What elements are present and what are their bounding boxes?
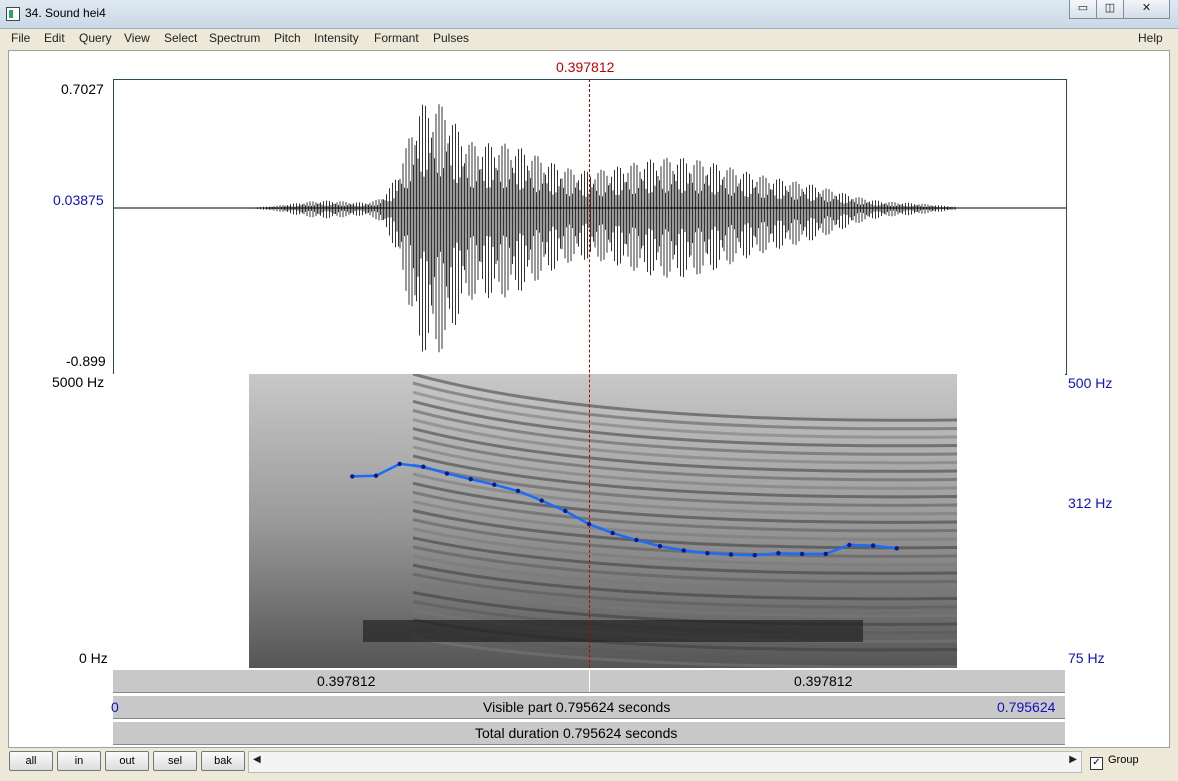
- menu-view[interactable]: View: [124, 31, 150, 45]
- cursor-time-label: 0.397812: [556, 59, 615, 75]
- total-duration-bar[interactable]: Total duration 0.795624 seconds: [113, 721, 1065, 745]
- pitch-point: [539, 498, 544, 503]
- pitch-point: [350, 474, 355, 479]
- scroll-right-icon[interactable]: ▶: [1069, 754, 1077, 765]
- visible-part-label: Visible part 0.795624 seconds: [483, 699, 671, 715]
- pitch-point: [563, 508, 568, 514]
- menu-spectrum[interactable]: Spectrum: [209, 31, 260, 45]
- menu-select[interactable]: Select: [164, 31, 197, 45]
- title-bar[interactable]: 34. Sound hei4 ▭ ◫ ✕: [0, 0, 1178, 29]
- waveform-svg: [108, 104, 1066, 353]
- pitch-point: [657, 544, 663, 549]
- pitch-point: [728, 552, 734, 557]
- spectrogram-min-freq-label: 0 Hz: [79, 650, 108, 666]
- time-cursor[interactable]: [589, 79, 590, 668]
- menu-file[interactable]: File: [11, 31, 30, 45]
- pitch-point: [421, 464, 426, 469]
- waveform-trace: [249, 104, 956, 353]
- pitch-point: [610, 530, 615, 536]
- pitch-point: [634, 537, 639, 543]
- pitch-point: [705, 551, 710, 556]
- menu-formant[interactable]: Formant: [374, 31, 419, 45]
- horizontal-scrollbar[interactable]: ◀ ▶: [248, 751, 1082, 773]
- menu-pitch[interactable]: Pitch: [274, 31, 301, 45]
- group-checkbox[interactable]: ✓: [1090, 757, 1103, 770]
- zoom-selection-button[interactable]: sel: [153, 751, 197, 771]
- pitch-point: [681, 548, 686, 553]
- bottom-toolbar: all in out sel bak ◀ ▶ ✓ Group: [0, 748, 1178, 781]
- zoom-back-button[interactable]: bak: [201, 751, 245, 771]
- total-duration-label: Total duration 0.795624 seconds: [475, 725, 678, 741]
- pitch-point: [776, 551, 781, 556]
- group-label: Group: [1108, 754, 1139, 766]
- pitch-min-label: 75 Hz: [1068, 650, 1105, 666]
- visible-part-bar[interactable]: 0 Visible part 0.795624 seconds 0.795624: [111, 695, 1065, 719]
- spectrogram-low-band: [363, 620, 863, 642]
- pitch-point: [373, 473, 379, 478]
- bar-divider: [589, 670, 590, 692]
- pitch-max-label: 500 Hz: [1068, 375, 1113, 391]
- group-option[interactable]: ✓ Group: [1090, 754, 1139, 770]
- zoom-all-button[interactable]: all: [9, 751, 53, 771]
- pitch-mid-label: 312 Hz: [1068, 495, 1113, 511]
- menu-bar: File Edit Query View Select Spectrum Pit…: [0, 29, 1178, 48]
- maximize-button[interactable]: ◫: [1096, 0, 1124, 19]
- sound-editor-window: 34. Sound hei4 ▭ ◫ ✕ File Edit Query Vie…: [0, 0, 1178, 781]
- pitch-point: [515, 488, 521, 494]
- window-title: 34. Sound hei4: [25, 6, 106, 20]
- menu-help[interactable]: Help: [1138, 31, 1163, 45]
- pitch-point: [444, 471, 450, 476]
- visible-end-label: 0.795624: [997, 699, 1056, 715]
- app-icon: [6, 7, 20, 21]
- pitch-point: [894, 546, 899, 551]
- menu-pulses[interactable]: Pulses: [433, 31, 469, 45]
- right-segment-duration: 0.397812: [794, 673, 853, 689]
- close-button[interactable]: ✕: [1123, 0, 1170, 19]
- waveform-cursor-value-label: 0.03875: [53, 192, 104, 208]
- left-segment-duration: 0.397812: [317, 673, 376, 689]
- menu-intensity[interactable]: Intensity: [314, 31, 359, 45]
- spectrogram-max-freq-label: 5000 Hz: [52, 374, 105, 390]
- pitch-point: [823, 551, 828, 557]
- sound-panel[interactable]: 0.397812 0.7027 0.03875 -0.899 5000 Hz 0…: [8, 50, 1170, 748]
- pitch-point: [870, 543, 876, 548]
- pitch-point: [752, 553, 757, 558]
- minimize-button[interactable]: ▭: [1069, 0, 1097, 19]
- waveform-min-label: -0.899: [66, 353, 106, 369]
- zoom-in-button[interactable]: in: [57, 751, 101, 771]
- waveform-area[interactable]: [108, 79, 1067, 375]
- scroll-left-icon[interactable]: ◀: [253, 754, 261, 765]
- menu-edit[interactable]: Edit: [44, 31, 65, 45]
- menu-query[interactable]: Query: [79, 31, 112, 45]
- pitch-point: [468, 476, 473, 482]
- visible-start-label: 0: [111, 699, 119, 715]
- pitch-point: [492, 482, 497, 487]
- pitch-point: [397, 461, 402, 467]
- waveform-max-label: 0.7027: [61, 81, 104, 97]
- pitch-point: [799, 551, 805, 557]
- pitch-point: [847, 542, 852, 548]
- cursor-time-bar[interactable]: 0.397812 0.397812: [113, 669, 1065, 693]
- zoom-out-button[interactable]: out: [105, 751, 149, 771]
